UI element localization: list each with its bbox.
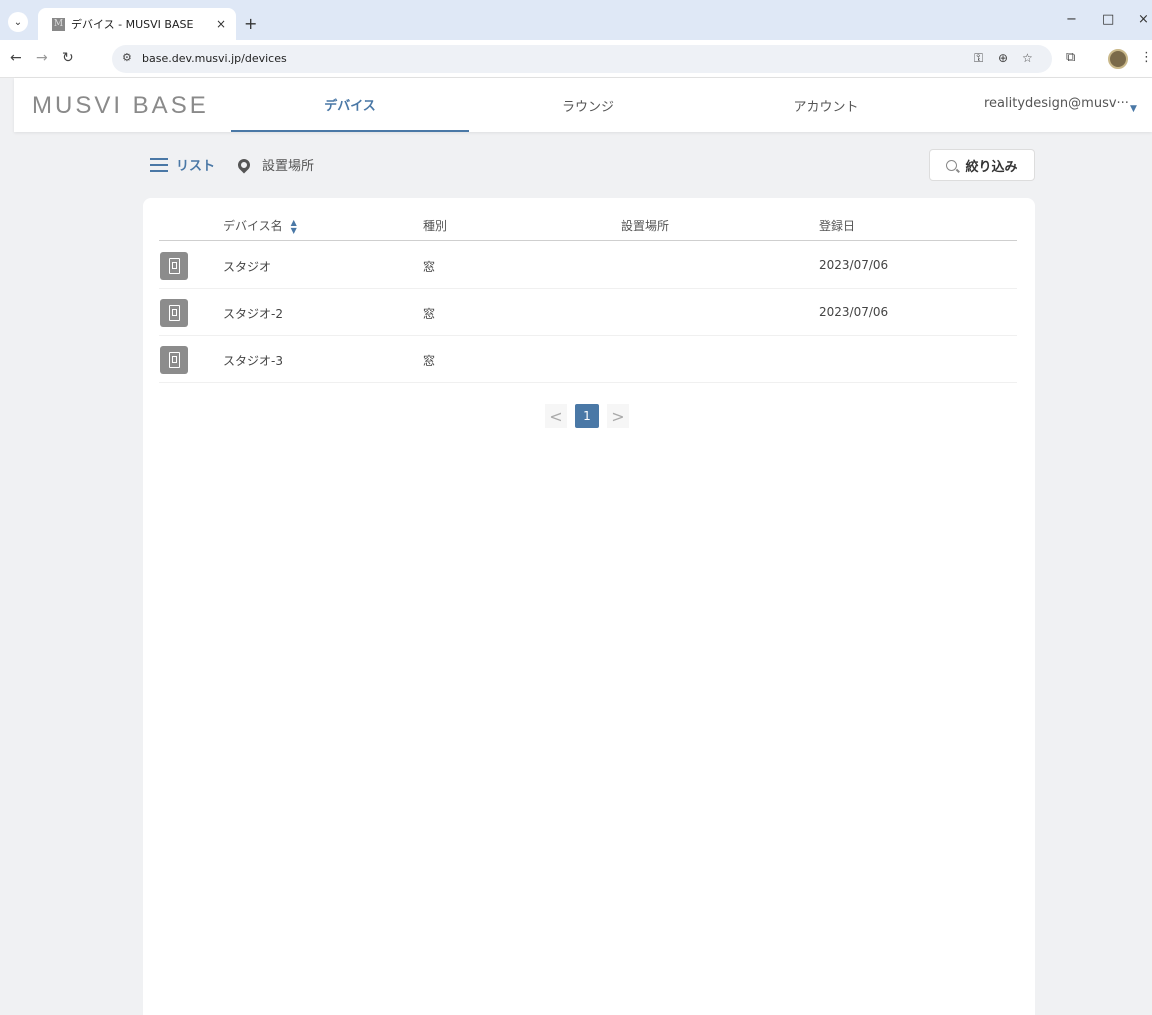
device-name[interactable]: スタジオ bbox=[223, 258, 271, 275]
browser-toolbar: ← → ↻ ⚙ base.dev.musvi.jp/devices ⚿ ⊕ ☆ … bbox=[0, 40, 1152, 78]
column-header-name-label: デバイス名 bbox=[223, 219, 283, 233]
device-name[interactable]: スタジオ-2 bbox=[223, 305, 283, 322]
site-info-icon[interactable]: ⚙ bbox=[122, 51, 132, 64]
tab-close-icon[interactable]: × bbox=[216, 17, 226, 31]
chevron-down-icon: ⌄ bbox=[13, 16, 23, 28]
new-tab-button[interactable]: + bbox=[244, 14, 257, 33]
tab-title: デバイス - MUSVI BASE bbox=[71, 18, 194, 31]
device-registered-date: 2023/07/06 bbox=[819, 258, 889, 272]
device-list-panel: デバイス名 ▲ ▼ 種別 設置場所 登録日 スタジオ 窓 2023/07/06 スタ… bbox=[143, 198, 1035, 1015]
user-menu[interactable]: realitydesign@musv··· bbox=[984, 96, 1129, 111]
view-list-label: リスト bbox=[176, 159, 216, 174]
table-row[interactable]: スタジオ 窓 2023/07/06 bbox=[159, 242, 1017, 289]
table-header: デバイス名 ▲ ▼ 種別 設置場所 登録日 bbox=[159, 212, 1017, 241]
device-registered-date: 2023/07/06 bbox=[819, 305, 889, 319]
profile-avatar[interactable] bbox=[1108, 49, 1128, 69]
url-text[interactable]: base.dev.musvi.jp/devices bbox=[142, 52, 287, 65]
browser-menu-icon[interactable]: ⋮ bbox=[1140, 50, 1152, 65]
device-window-icon bbox=[160, 299, 188, 327]
sort-icon[interactable]: ▲ ▼ bbox=[291, 218, 297, 235]
caret-down-icon[interactable]: ▼ bbox=[1130, 104, 1137, 114]
bookmark-star-icon[interactable]: ☆ bbox=[1022, 51, 1033, 65]
filter-button[interactable]: 絞り込み bbox=[929, 149, 1035, 181]
device-type: 窓 bbox=[423, 354, 436, 368]
favicon-icon: M bbox=[52, 17, 65, 31]
column-header-type: 種別 bbox=[423, 219, 448, 233]
next-page-button[interactable]: > bbox=[607, 404, 629, 428]
password-key-icon[interactable]: ⚿ bbox=[974, 51, 983, 66]
search-icon bbox=[946, 159, 958, 171]
page-number-button[interactable]: 1 bbox=[575, 404, 599, 428]
table-row[interactable]: スタジオ-2 窓 2023/07/06 bbox=[159, 289, 1017, 336]
device-name[interactable]: スタジオ-3 bbox=[223, 352, 283, 369]
view-location-label: 設置場所 bbox=[262, 159, 315, 174]
location-pin-icon bbox=[235, 156, 253, 173]
list-icon bbox=[150, 157, 168, 172]
minimize-button[interactable]: − bbox=[1066, 12, 1077, 27]
device-window-icon bbox=[160, 346, 188, 374]
zoom-icon[interactable]: ⊕ bbox=[998, 51, 1008, 65]
nav-tab-devices[interactable]: デバイス bbox=[231, 78, 469, 132]
app-logo[interactable]: MUSVI BASE bbox=[32, 92, 209, 120]
column-header-registered: 登録日 bbox=[819, 219, 856, 233]
forward-icon[interactable]: → bbox=[36, 50, 48, 66]
device-window-icon bbox=[160, 252, 188, 280]
extensions-icon[interactable]: ⧉ bbox=[1066, 50, 1075, 65]
address-bar[interactable]: ⚙ base.dev.musvi.jp/devices ⚿ ⊕ ☆ bbox=[112, 45, 1052, 73]
browser-tab[interactable]: M デバイス - MUSVI BASE × bbox=[38, 8, 236, 40]
app-header: MUSVI BASE デバイス ラウンジ アカウント realitydesign… bbox=[14, 78, 1152, 132]
table-row[interactable]: スタジオ-3 窓 bbox=[159, 336, 1017, 383]
close-window-button[interactable]: × bbox=[1138, 12, 1149, 27]
column-header-name[interactable]: デバイス名 ▲ ▼ bbox=[223, 217, 297, 235]
view-list-button[interactable]: リスト bbox=[150, 155, 215, 174]
nav-tab-lounge[interactable]: ラウンジ bbox=[469, 78, 707, 132]
column-header-location: 設置場所 bbox=[621, 219, 670, 233]
filter-label: 絞り込み bbox=[965, 159, 1018, 175]
view-location-button[interactable]: 設置場所 bbox=[235, 155, 315, 174]
reload-icon[interactable]: ↻ bbox=[62, 50, 74, 66]
prev-page-button[interactable]: < bbox=[545, 404, 567, 428]
nav-tab-account[interactable]: アカウント bbox=[707, 78, 945, 132]
device-type: 窓 bbox=[423, 307, 436, 321]
device-type: 窓 bbox=[423, 260, 436, 274]
browser-tabstrip: ⌄ M デバイス - MUSVI BASE × + − □ × bbox=[0, 0, 1152, 40]
maximize-button[interactable]: □ bbox=[1102, 12, 1114, 27]
pagination: < 1 > bbox=[545, 404, 629, 428]
tab-search-button[interactable]: ⌄ bbox=[8, 12, 28, 32]
back-icon[interactable]: ← bbox=[10, 50, 22, 66]
